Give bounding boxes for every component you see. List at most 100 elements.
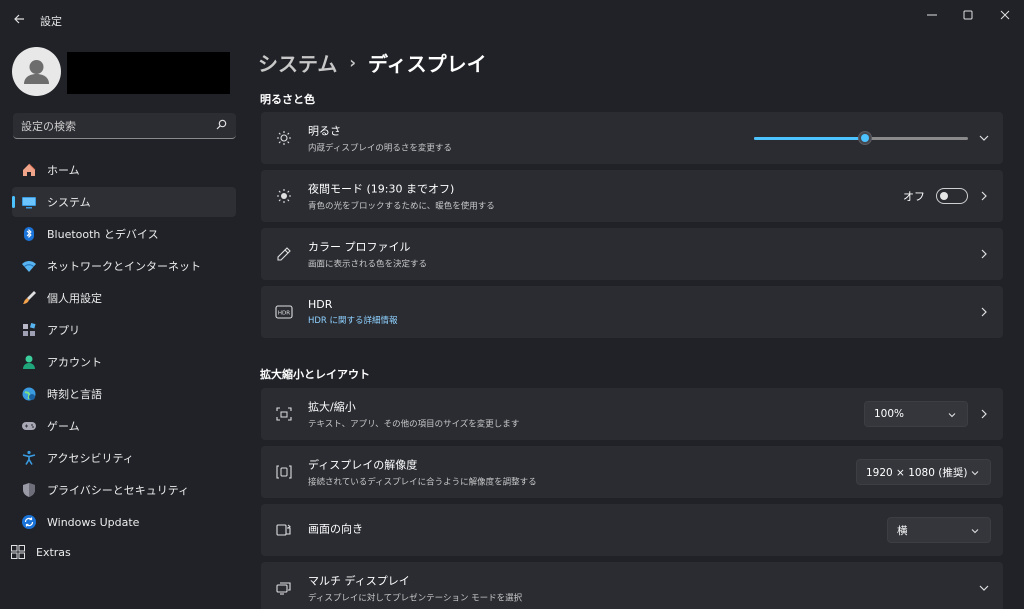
time-language-icon bbox=[20, 385, 38, 403]
breadcrumb-parent[interactable]: システム bbox=[258, 48, 337, 77]
search-box[interactable] bbox=[13, 113, 236, 139]
sidebar-item-accessibility[interactable]: アクセシビリティ bbox=[12, 443, 236, 473]
multi-display-title: マルチ ディスプレイ bbox=[308, 574, 410, 588]
multi-display-card[interactable]: マルチ ディスプレイ ディスプレイに対してプレゼンテーション モードを選択 bbox=[261, 562, 1003, 609]
sidebar-item-home[interactable]: ホーム bbox=[12, 155, 236, 185]
chevron-right-icon[interactable] bbox=[977, 189, 991, 203]
slider-thumb[interactable] bbox=[858, 131, 873, 145]
minimize-button[interactable] bbox=[917, 4, 947, 26]
sidebar-item-personalization[interactable]: 個人用設定 bbox=[12, 283, 236, 313]
search-input[interactable] bbox=[21, 117, 211, 135]
chevron-right-icon[interactable] bbox=[977, 305, 991, 319]
hdr-icon: HDR bbox=[275, 303, 293, 321]
extras-label: Extras bbox=[36, 545, 71, 559]
resolution-subtitle: 接続されているディスプレイに合うように解像度を調整する bbox=[308, 477, 537, 488]
orientation-dropdown[interactable]: 横 bbox=[887, 517, 991, 543]
chevron-down-icon[interactable] bbox=[977, 131, 991, 145]
night-light-toggle[interactable] bbox=[936, 188, 968, 204]
breadcrumb-separator: › bbox=[349, 53, 356, 72]
sidebar-item-system[interactable]: システム bbox=[12, 187, 236, 217]
svg-text:HDR: HDR bbox=[278, 311, 290, 317]
scale-icon bbox=[275, 405, 293, 423]
sidebar-item-label: アクセシビリティ bbox=[47, 452, 134, 465]
close-icon bbox=[1000, 10, 1010, 20]
user-icon bbox=[24, 60, 49, 84]
scale-card[interactable]: 拡大/縮小 テキスト、アプリ、その他の項目のサイズを変更します 100% bbox=[261, 388, 1003, 440]
account-name-redacted bbox=[67, 52, 230, 94]
sidebar-item-windows-update[interactable]: Windows Update bbox=[12, 507, 236, 537]
section-title-scale-layout: 拡大縮小とレイアウト bbox=[260, 368, 370, 381]
window-title: 設定 bbox=[40, 15, 62, 28]
brightness-slider[interactable] bbox=[754, 130, 968, 146]
maximize-button[interactable] bbox=[953, 4, 983, 26]
orientation-card[interactable]: 画面の向き 横 bbox=[261, 504, 1003, 556]
sidebar-item-label: ゲーム bbox=[47, 420, 80, 433]
resolution-text: ディスプレイの解像度 接続されているディスプレイに合うように解像度を調整する bbox=[308, 457, 537, 488]
chevron-down-icon bbox=[948, 413, 956, 418]
night-light-text: 夜間モード (19:30 までオフ) 青色の光をブロックするために、暖色を使用す… bbox=[308, 181, 495, 212]
sidebar-item-label: 時刻と言語 bbox=[47, 388, 102, 401]
night-light-icon bbox=[275, 187, 293, 205]
privacy-shield-icon bbox=[20, 481, 38, 499]
back-button[interactable] bbox=[8, 8, 30, 30]
breadcrumb: システム › ディスプレイ bbox=[258, 48, 487, 77]
main-content: システム › ディスプレイ 明るさと色 明るさ 内蔵ディスプレイの明るさを変更す… bbox=[246, 40, 1024, 609]
sidebar-item-label: プライバシーとセキュリティ bbox=[47, 484, 190, 497]
title-bar: 設定 bbox=[0, 0, 1024, 40]
section-title-brightness-color: 明るさと色 bbox=[260, 93, 315, 106]
orientation-icon bbox=[275, 521, 293, 539]
sidebar-item-label: ホーム bbox=[47, 164, 80, 177]
sidebar-item-privacy[interactable]: プライバシーとセキュリティ bbox=[12, 475, 236, 505]
sidebar-item-label: Windows Update bbox=[47, 515, 140, 529]
scale-title: 拡大/縮小 bbox=[308, 400, 356, 414]
night-light-title: 夜間モード (19:30 までオフ) bbox=[308, 182, 455, 196]
orientation-value: 横 bbox=[897, 524, 908, 537]
sidebar-item-label: アプリ bbox=[47, 324, 80, 337]
sidebar-item-account[interactable]: アカウント bbox=[12, 347, 236, 377]
chevron-down-icon[interactable] bbox=[977, 581, 991, 595]
gaming-icon bbox=[20, 417, 38, 435]
resolution-title: ディスプレイの解像度 bbox=[308, 458, 418, 472]
chevron-right-icon[interactable] bbox=[977, 247, 991, 261]
personalization-icon bbox=[20, 289, 38, 307]
sidebar-item-gaming[interactable]: ゲーム bbox=[12, 411, 236, 441]
network-icon bbox=[20, 257, 38, 275]
resolution-dropdown[interactable]: 1920 × 1080 (推奨) bbox=[856, 459, 991, 485]
sidebar-item-apps[interactable]: アプリ bbox=[12, 315, 236, 345]
nav-list: ホーム システム Bluetooth とデバイス ネットワークとインターネット … bbox=[12, 155, 236, 539]
chevron-down-icon bbox=[971, 471, 979, 476]
chevron-down-icon bbox=[971, 529, 979, 534]
scale-value: 100% bbox=[874, 408, 905, 420]
night-light-subtitle: 青色の光をブロックするために、暖色を使用する bbox=[308, 201, 495, 212]
night-light-state: オフ bbox=[903, 190, 925, 203]
hdr-info-link[interactable]: HDR に関する詳細情報 bbox=[308, 314, 398, 326]
brightness-title: 明るさ bbox=[308, 124, 341, 138]
sidebar-item-label: ネットワークとインターネット bbox=[47, 260, 201, 273]
sidebar: ホーム システム Bluetooth とデバイス ネットワークとインターネット … bbox=[0, 40, 246, 609]
sidebar-item-label: 個人用設定 bbox=[47, 292, 102, 305]
avatar[interactable] bbox=[12, 47, 61, 96]
close-button[interactable] bbox=[990, 4, 1020, 26]
brightness-subtitle: 内蔵ディスプレイの明るさを変更する bbox=[308, 143, 452, 154]
accessibility-icon bbox=[20, 449, 38, 467]
multi-display-text: マルチ ディスプレイ ディスプレイに対してプレゼンテーション モードを選択 bbox=[308, 573, 522, 604]
resolution-value: 1920 × 1080 (推奨) bbox=[866, 466, 968, 479]
sidebar-item-extras[interactable]: Extras bbox=[10, 544, 71, 560]
extras-grid-icon bbox=[11, 545, 25, 559]
resolution-card[interactable]: ディスプレイの解像度 接続されているディスプレイに合うように解像度を調整する 1… bbox=[261, 446, 1003, 498]
back-arrow-icon bbox=[14, 14, 24, 24]
color-profile-subtitle: 画面に表示される色を決定する bbox=[308, 259, 428, 270]
sidebar-item-bluetooth[interactable]: Bluetooth とデバイス bbox=[12, 219, 236, 249]
color-profile-card[interactable]: カラー プロファイル 画面に表示される色を決定する bbox=[261, 228, 1003, 280]
sidebar-item-network[interactable]: ネットワークとインターネット bbox=[12, 251, 236, 281]
search-icon[interactable] bbox=[216, 119, 227, 130]
sidebar-item-time-language[interactable]: 時刻と言語 bbox=[12, 379, 236, 409]
hdr-card[interactable]: HDR HDR HDR に関する詳細情報 bbox=[261, 286, 1003, 338]
brightness-card[interactable]: 明るさ 内蔵ディスプレイの明るさを変更する bbox=[261, 112, 1003, 164]
night-light-card[interactable]: 夜間モード (19:30 までオフ) 青色の光をブロックするために、暖色を使用す… bbox=[261, 170, 1003, 222]
resolution-icon bbox=[275, 463, 293, 481]
home-icon bbox=[20, 161, 38, 179]
system-icon bbox=[20, 193, 38, 211]
chevron-right-icon[interactable] bbox=[977, 407, 991, 421]
scale-dropdown[interactable]: 100% bbox=[864, 401, 968, 427]
